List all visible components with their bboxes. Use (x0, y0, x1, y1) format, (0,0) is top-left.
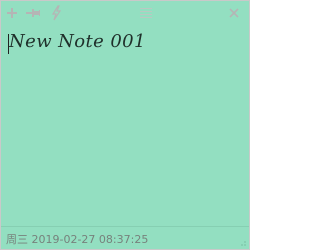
close-icon[interactable] (225, 4, 243, 22)
note-datetime: 周三 2019-02-27 08:37:25 (6, 233, 149, 246)
note-text[interactable]: New Note 001 (9, 31, 146, 52)
resize-grip-icon[interactable] (237, 237, 247, 247)
plus-icon[interactable] (3, 4, 21, 22)
title-bar[interactable] (1, 1, 249, 25)
status-bar: 周三 2019-02-27 08:37:25 (1, 227, 249, 249)
sticky-note-window: New Note 001 周三 2019-02-27 08:37:25 (0, 0, 250, 250)
drag-grip-icon[interactable] (137, 4, 155, 22)
pin-icon[interactable] (24, 4, 42, 22)
note-editor[interactable]: New Note 001 (8, 29, 244, 225)
lightning-icon[interactable] (47, 4, 65, 22)
